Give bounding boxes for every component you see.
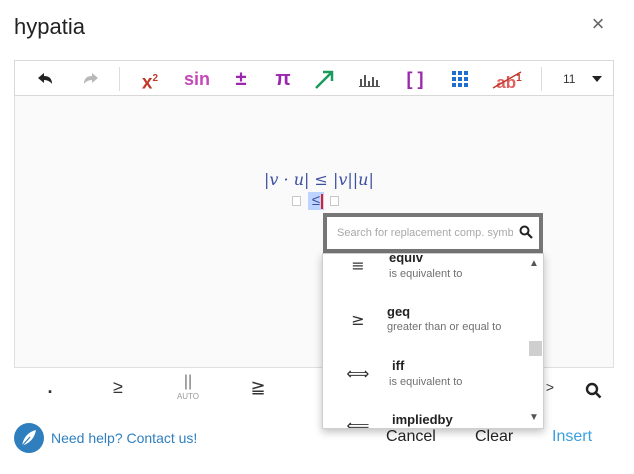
feather-icon	[20, 430, 36, 448]
list-item[interactable]: ≡ equiv is equivalent to	[323, 253, 523, 284]
cancel-button[interactable]: Cancel	[386, 428, 436, 446]
geqq-symbol-button[interactable]: ≧	[246, 372, 270, 408]
undo-button[interactable]	[29, 61, 61, 97]
greek-button[interactable]: π	[269, 61, 297, 97]
list-item[interactable]: ≥ geq greater than or equal to	[323, 304, 523, 352]
option-name: iff	[392, 358, 405, 373]
geq-symbol-button[interactable]: ≥	[106, 372, 130, 408]
math-expression: |v · u| ≤ |v||u|	[264, 170, 374, 189]
left-placeholder[interactable]	[292, 196, 301, 206]
search-field-container	[327, 217, 539, 249]
option-name: equiv	[389, 253, 423, 265]
option-name: geq	[387, 304, 411, 319]
arrow-icon	[315, 70, 334, 89]
option-symbol: ≥	[351, 310, 365, 329]
right-placeholder[interactable]	[330, 196, 339, 206]
superscript-base: x	[141, 72, 153, 94]
list-item[interactable]: ⟸ impliedby	[323, 412, 523, 429]
redo-button[interactable]	[75, 61, 107, 97]
bar-chart-icon	[359, 75, 380, 87]
toolbar-separator	[119, 67, 120, 91]
brackets-button[interactable]: [ ]	[399, 61, 431, 97]
insert-button[interactable]: Insert	[552, 428, 592, 446]
matrix-button[interactable]	[447, 61, 473, 97]
toolbar-separator	[541, 67, 542, 91]
clear-button[interactable]: Clear	[475, 428, 513, 446]
option-description: greater than or equal to	[387, 321, 502, 333]
auto-label: AUTO	[176, 392, 200, 401]
scroll-up-icon[interactable]: ▲	[529, 259, 539, 269]
search-icon	[585, 382, 602, 399]
option-name: impliedby	[392, 412, 453, 427]
superscript-button[interactable]: x2	[133, 61, 167, 97]
hypatia-logo	[14, 423, 44, 453]
dot-symbol-button[interactable]: .	[40, 372, 60, 408]
symbol-toolbar: . ≥ || AUTO ≧ >	[14, 372, 614, 408]
arrow-button[interactable]	[309, 61, 339, 97]
search-symbols-button[interactable]	[582, 372, 606, 408]
undo-icon	[38, 73, 52, 84]
option-symbol: ⟸	[346, 416, 370, 429]
symbol-search-box	[323, 213, 543, 253]
grid-icon	[452, 71, 468, 87]
dialog-title: hypatia	[14, 14, 85, 39]
chevron-down-icon	[592, 76, 602, 82]
font-size-select[interactable]: 11	[555, 61, 609, 97]
strikethrough-button[interactable]: ab1	[489, 61, 529, 97]
plus-minus-button[interactable]: ±	[227, 61, 255, 97]
option-symbol: ≡	[351, 256, 365, 275]
more-symbols-chevron[interactable]: >	[544, 372, 556, 408]
superscript-exponent: 2	[152, 73, 159, 84]
redo-icon	[84, 73, 98, 84]
statistics-button[interactable]	[355, 61, 385, 97]
formatting-toolbar: x2 sin ± π [ ] ab1 11	[14, 60, 614, 96]
close-button[interactable]: ×	[586, 12, 610, 36]
scroll-down-icon[interactable]: ▼	[529, 413, 539, 423]
option-description: is equivalent to	[389, 268, 463, 280]
strike-line-icon	[492, 71, 522, 89]
function-button[interactable]: sin	[179, 61, 215, 97]
parallel-symbol: ||	[183, 373, 193, 390]
search-icon[interactable]	[519, 225, 533, 239]
search-input[interactable]	[337, 223, 513, 243]
parallel-auto-button[interactable]: || AUTO	[170, 372, 206, 408]
font-size-value: 11	[563, 72, 576, 86]
scrollbar-thumb[interactable]	[529, 341, 542, 356]
text-cursor	[321, 194, 323, 209]
help-link[interactable]: Need help? Contact us!	[51, 430, 197, 446]
